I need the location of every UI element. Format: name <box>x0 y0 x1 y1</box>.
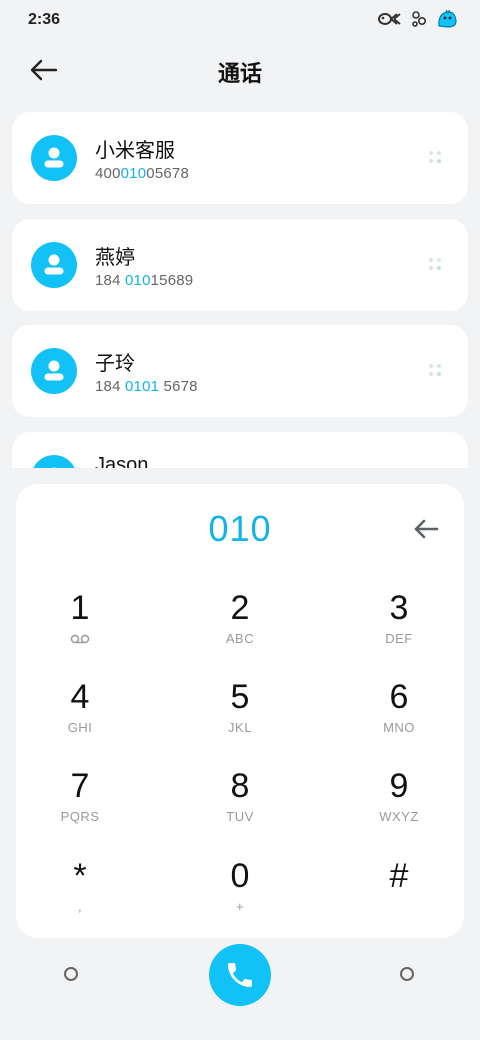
key-letters: PQRS <box>60 809 100 824</box>
dial-input[interactable]: 010 <box>16 508 464 550</box>
call-button[interactable] <box>209 944 271 1006</box>
contact-name: 小米客服 <box>95 140 175 162</box>
status-time: 2:36 <box>28 11 61 28</box>
key-3[interactable]: 3 DEF <box>339 588 459 668</box>
header: 通话 <box>0 44 480 96</box>
delete-button[interactable] <box>406 514 446 544</box>
key-digit: 5 <box>230 678 250 716</box>
person-icon <box>51 467 57 468</box>
voicemail-icon <box>70 634 90 644</box>
key-letters: MNO <box>383 720 415 735</box>
dots-icon[interactable] <box>428 150 442 164</box>
key-digit: 8 <box>230 767 250 805</box>
key-6[interactable]: 6 MNO <box>339 677 459 757</box>
key-5[interactable]: 5 JKL <box>180 677 300 757</box>
dots-icon[interactable] <box>428 257 442 271</box>
key-letters: DEF <box>385 631 413 646</box>
bird-app-icon <box>438 9 457 28</box>
person-icon <box>44 254 64 275</box>
key-8[interactable]: 8 TUV <box>180 766 300 846</box>
status-bar: 2:36 <box>0 0 480 40</box>
right-nav-button[interactable] <box>400 967 414 981</box>
avatar <box>31 348 77 394</box>
contact-card[interactable]: 子玲 184 0101 5678 <box>12 325 468 417</box>
contact-number: 40001005678 <box>95 165 189 182</box>
key-letters: , <box>77 899 83 914</box>
key-letters: GHI <box>67 720 93 735</box>
contact-name: Jason <box>95 454 149 468</box>
key-digit: 7 <box>70 767 90 805</box>
key-digit: * <box>73 857 87 895</box>
phone-icon <box>228 963 252 987</box>
key-digit: 2 <box>230 589 250 627</box>
status-icons <box>378 9 458 29</box>
person-icon <box>44 147 64 168</box>
dialpad: 010 1 2 ABC 3 DEF 4 GHI 5 JKL 6 MNO 7 PQ… <box>16 484 464 938</box>
avatar <box>31 455 77 468</box>
key-9[interactable]: 9 WXYZ <box>339 766 459 846</box>
key-letters: JKL <box>228 720 252 735</box>
key-letters: WXYZ <box>379 809 419 824</box>
key-digit: 1 <box>70 589 90 627</box>
person-icon <box>44 360 64 381</box>
key-digit: # <box>389 857 409 895</box>
contact-list[interactable]: 小米客服 40001005678 燕婷 184 01015689 子玲 184 … <box>12 112 468 468</box>
page-title: 通话 <box>217 61 262 86</box>
bubbles-app-icon <box>412 11 427 27</box>
key-digit: 3 <box>389 589 409 627</box>
contact-number: 184 0101 5678 <box>95 378 198 395</box>
backspace-arrow-icon <box>414 519 439 539</box>
key-letters: + <box>235 899 245 914</box>
contact-card[interactable]: 小米客服 40001005678 <box>12 112 468 204</box>
fish-app-icon <box>378 13 401 25</box>
key-digit: 6 <box>389 678 409 716</box>
key-hash[interactable]: # <box>339 856 459 936</box>
key-letters: TUV <box>226 809 254 824</box>
contact-name: 燕婷 <box>95 247 135 269</box>
contact-number: 184 01015689 <box>95 272 194 289</box>
key-letters: ABC <box>225 631 255 646</box>
contact-name: 子玲 <box>95 353 135 375</box>
contact-card[interactable]: 燕婷 184 01015689 <box>12 219 468 311</box>
key-1[interactable]: 1 <box>20 588 140 668</box>
avatar <box>31 135 77 181</box>
key-digit: 9 <box>389 767 409 805</box>
key-7[interactable]: 7 PQRS <box>20 766 140 846</box>
key-digit: 4 <box>70 678 90 716</box>
contact-card[interactable]: Jason <box>12 432 468 468</box>
key-2[interactable]: 2 ABC <box>180 588 300 668</box>
key-0[interactable]: 0 + <box>180 856 300 936</box>
key-digit: 0 <box>230 857 250 895</box>
key-4[interactable]: 4 GHI <box>20 677 140 757</box>
avatar <box>31 242 77 288</box>
left-nav-button[interactable] <box>64 967 78 981</box>
key-star[interactable]: * , <box>20 856 140 936</box>
dots-icon[interactable] <box>428 363 442 377</box>
